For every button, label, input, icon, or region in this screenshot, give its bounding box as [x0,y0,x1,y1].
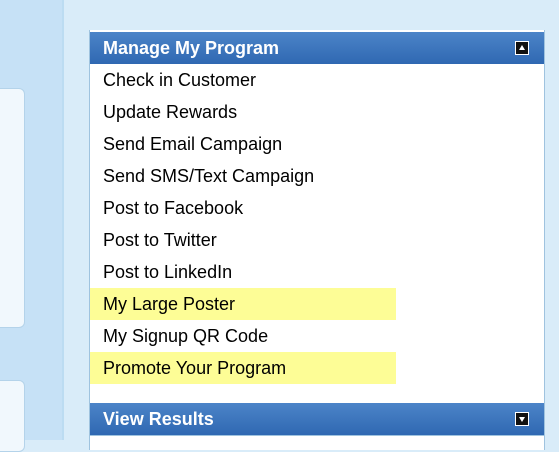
left-sidebar-strip [0,0,62,452]
expand-down-icon[interactable] [515,412,529,426]
side-tab-lower[interactable] [0,380,25,452]
menu-item-update-rewards[interactable]: Update Rewards [90,96,237,128]
menu-item-promote-your-program[interactable]: Promote Your Program [90,352,396,384]
collapse-up-icon[interactable] [515,41,529,55]
view-results-header[interactable]: View Results [90,403,544,435]
side-tab-upper[interactable] [0,88,25,328]
menu-item-post-to-linkedin[interactable]: Post to LinkedIn [90,256,232,288]
menu-item-my-signup-qr-code[interactable]: My Signup QR Code [90,320,268,352]
menu-item-my-large-poster[interactable]: My Large Poster [90,288,396,320]
menu-item-send-email-campaign[interactable]: Send Email Campaign [90,128,282,160]
menu-item-post-to-facebook[interactable]: Post to Facebook [90,192,243,224]
manage-program-header[interactable]: Manage My Program [90,32,544,64]
panel-bottom-border [90,435,544,436]
manage-program-title: Manage My Program [103,37,280,58]
menu-item-send-sms-campaign[interactable]: Send SMS/Text Campaign [90,160,314,192]
menu-item-post-to-twitter[interactable]: Post to Twitter [90,224,217,256]
view-results-title: View Results [103,408,214,429]
column-divider [62,0,64,440]
program-panel: Manage My Program Check in Customer Upda… [89,30,545,450]
menu-item-check-in-customer[interactable]: Check in Customer [90,64,256,96]
